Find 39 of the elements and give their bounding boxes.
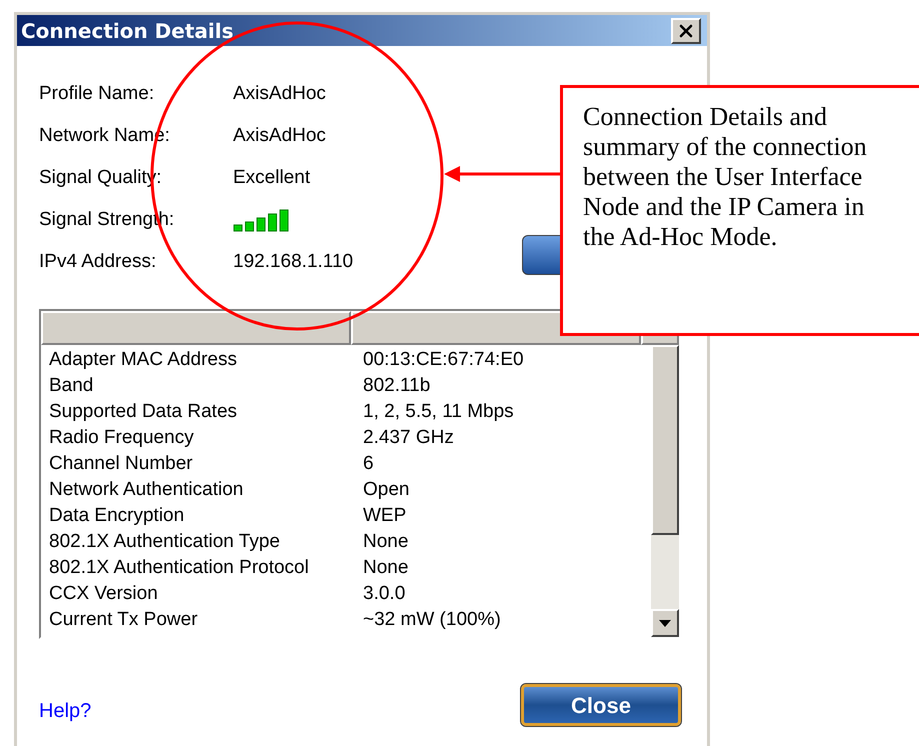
table-cell: None <box>363 531 408 553</box>
table-cell: WEP <box>363 505 406 527</box>
table-cell-text: 802.1X Authentication Protocol <box>49 557 310 579</box>
close-icon[interactable] <box>671 18 701 44</box>
callout-text: Connection Details and summary of the connection between the User Interface Node and the IP Camera in the Ad-Hoc Mode. <box>583 102 868 252</box>
column-header[interactable] <box>41 311 351 345</box>
table-cell-text: Current Tx Power <box>49 609 199 631</box>
table-cell-text: Supported Data Rates <box>49 401 238 423</box>
scroll-down-button[interactable] <box>651 609 679 637</box>
table-cell-text: Adapter MAC Address <box>49 349 238 371</box>
window-title: Connection Details <box>21 20 234 40</box>
table-cell-text: 802.1X Authentication Type <box>49 531 281 553</box>
field-value: AxisAdHoc <box>233 124 326 148</box>
help-link[interactable]: Help? <box>39 696 92 726</box>
scroll-thumb[interactable] <box>651 345 679 535</box>
table-cell: 802.11b <box>363 375 430 397</box>
table-cell: 6 <box>363 453 374 475</box>
field-value: Excellent <box>233 166 310 190</box>
table-cell-text: Data Encryption <box>49 505 186 527</box>
table-cell-text: CCX Version <box>49 583 159 605</box>
close-button[interactable]: Close <box>521 684 681 726</box>
field-value: AxisAdHoc <box>233 82 326 106</box>
field-label: Profile Name: <box>39 82 156 106</box>
table-cell: None <box>363 557 408 579</box>
table-cell: 3.0.0 <box>363 583 406 605</box>
scrollbar[interactable] <box>651 345 679 637</box>
table-cell: 1, 2, 5.5, 11 Mbps <box>363 401 514 423</box>
table-cell: Open <box>363 479 410 501</box>
table-cell: ~32 mW (100%) <box>363 609 501 631</box>
table-cell-text: Network Authentication <box>49 479 244 501</box>
signal-strength-icon <box>233 208 291 232</box>
table-cell: 2.437 GHz <box>363 427 454 449</box>
field-value: 192.168.1.110 <box>233 250 354 274</box>
field-label: IPv4 Address: <box>39 250 158 274</box>
table-cell-text: Channel Number <box>49 453 194 475</box>
table-cell-text: Band <box>49 375 94 397</box>
down-arrow-icon <box>659 620 671 626</box>
table-cell-text: Radio Frequency <box>49 427 195 449</box>
table-cell: 00:13:CE:67:74:E0 <box>363 349 524 371</box>
